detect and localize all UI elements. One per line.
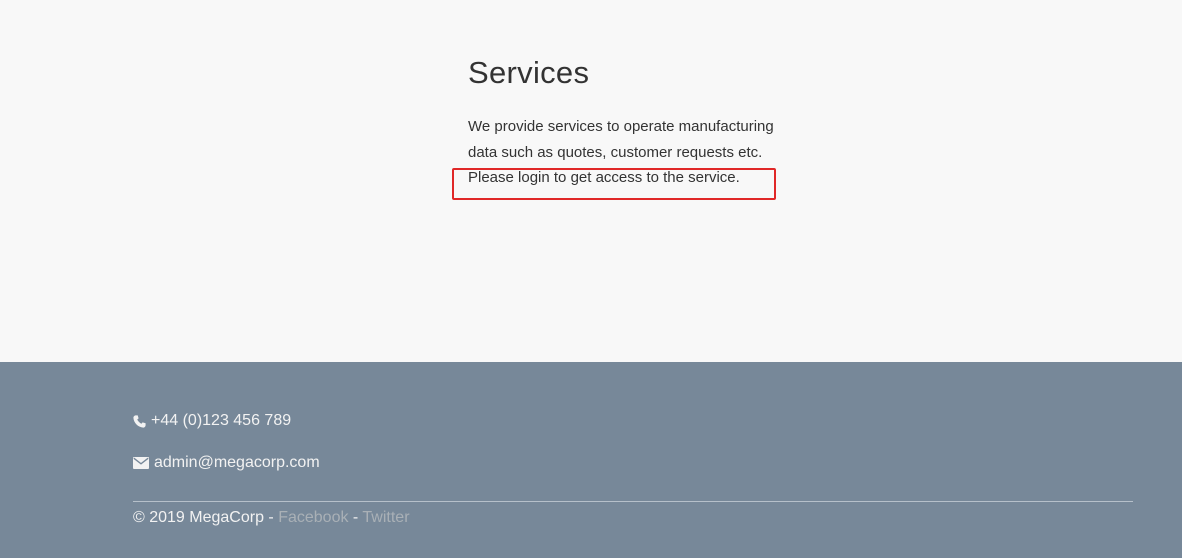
footer-divider <box>133 501 1133 502</box>
highlight-annotation-box <box>452 168 776 200</box>
footer-copyright: © 2019 MegaCorp - Facebook - Twitter <box>133 509 410 527</box>
envelope-icon <box>133 457 149 469</box>
page: Services We provide services to operate … <box>0 0 1182 558</box>
footer-email: admin@megacorp.com <box>133 454 320 472</box>
email-address: admin@megacorp.com <box>154 454 320 471</box>
phone-icon <box>133 414 146 428</box>
footer: +44 (0)123 456 789 admin@megacorp.com © … <box>0 362 1182 558</box>
twitter-link[interactable]: Twitter <box>362 509 409 526</box>
facebook-link[interactable]: Facebook <box>278 509 348 526</box>
phone-number: +44 (0)123 456 789 <box>151 412 292 429</box>
link-separator: - <box>348 509 363 526</box>
copyright-text: © 2019 MegaCorp - <box>133 509 279 526</box>
services-title: Services <box>468 55 590 90</box>
description-line: data such as quotes, customer requests e… <box>468 143 763 161</box>
footer-phone: +44 (0)123 456 789 <box>133 412 291 430</box>
description-line: We provide services to operate manufactu… <box>468 118 774 135</box>
